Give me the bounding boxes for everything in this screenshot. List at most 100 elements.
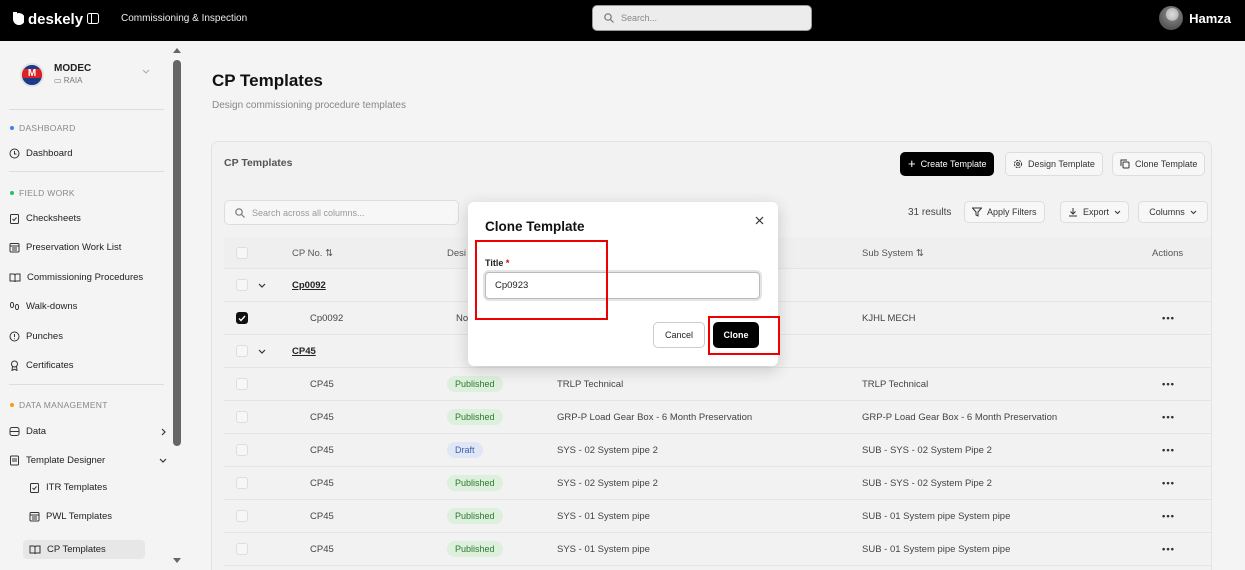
sidebar-divider bbox=[9, 384, 164, 385]
columns-button[interactable]: Columns bbox=[1138, 201, 1208, 223]
global-search[interactable]: Search... bbox=[592, 5, 812, 31]
brand-logo[interactable]: deskely bbox=[10, 11, 83, 28]
row-checkbox[interactable] bbox=[236, 411, 248, 423]
user-menu[interactable]: Hamza bbox=[1159, 6, 1231, 30]
group-label[interactable]: CP45 bbox=[292, 335, 316, 367]
header-sub-system[interactable]: Sub System ⇅ bbox=[862, 237, 924, 269]
search-placeholder: Search... bbox=[621, 13, 658, 23]
table-row[interactable]: CP45 Published SYS - 02 System pipe 2 SUB -… bbox=[224, 467, 1211, 500]
table-search-input[interactable]: Search across all columns... bbox=[224, 200, 459, 225]
button-label: Design Template bbox=[1028, 159, 1095, 169]
header-design-status[interactable]: Desi bbox=[447, 237, 466, 269]
table-row[interactable]: CP45 Published SYS - 01 System pipe SUB - 0… bbox=[224, 533, 1211, 566]
section-dot bbox=[10, 403, 14, 407]
row-checkbox[interactable] bbox=[236, 345, 248, 357]
sidebar-scrollbar[interactable] bbox=[173, 60, 181, 446]
create-template-button[interactable]: + Create Template bbox=[900, 152, 995, 176]
sidebar-item-pwl-templates[interactable]: PWL Templates bbox=[29, 511, 187, 522]
breadcrumb[interactable]: Commissioning & Inspection bbox=[121, 13, 247, 24]
book-open-icon bbox=[29, 545, 41, 555]
button-label: Clone Template bbox=[1135, 159, 1198, 169]
row-checkbox[interactable] bbox=[236, 510, 248, 522]
calendar-icon bbox=[29, 512, 40, 522]
row-actions-button[interactable]: ••• bbox=[1162, 368, 1175, 400]
export-button[interactable]: Export bbox=[1060, 201, 1130, 223]
sidebar-item-preservation[interactable]: Preservation Work List bbox=[9, 242, 167, 253]
status-badge: Published bbox=[447, 376, 503, 392]
apply-filters-button[interactable]: Apply Filters bbox=[964, 201, 1045, 223]
row-actions-button[interactable]: ••• bbox=[1162, 401, 1175, 433]
clone-template-button[interactable]: Clone Template bbox=[1112, 152, 1206, 176]
table-row[interactable]: CP45 Published GRP-P Load Gear Box - 6 Mon… bbox=[224, 401, 1211, 434]
button-label: Export bbox=[1083, 207, 1110, 217]
cell-sub-system: KJHL MECH bbox=[862, 312, 916, 324]
file-template-icon bbox=[10, 455, 19, 466]
sidebar-divider bbox=[9, 171, 164, 172]
sidebar-item-certificates[interactable]: Certificates bbox=[9, 360, 167, 371]
button-label: Apply Filters bbox=[987, 207, 1037, 217]
sidebar-item-walkdowns[interactable]: Walk-downs bbox=[9, 301, 167, 312]
sidebar-divider bbox=[9, 109, 164, 110]
button-label: Create Template bbox=[920, 159, 987, 169]
chevron-right-icon bbox=[161, 428, 166, 435]
cell-sub-system: SUB - SYS - 02 System Pipe 2 bbox=[862, 444, 992, 456]
table-row[interactable]: CP45 Published SYS - 01 System pipe SUB - 0… bbox=[224, 500, 1211, 533]
clock-icon bbox=[9, 148, 20, 159]
sidebar-item-label: CP Templates bbox=[47, 544, 106, 555]
table-row[interactable]: CP45 Published TRLP Technical TRLP Technica… bbox=[224, 368, 1211, 401]
row-checkbox[interactable] bbox=[236, 312, 248, 324]
row-actions-button[interactable]: ••• bbox=[1162, 302, 1175, 334]
select-all-checkbox[interactable] bbox=[236, 247, 248, 259]
row-actions-button[interactable]: ••• bbox=[1162, 533, 1175, 565]
table-row[interactable]: CP45 Draft SYS - 02 System pipe 2 SUB - SYS… bbox=[224, 434, 1211, 467]
sidebar-item-commissioning[interactable]: Commissioning Procedures bbox=[9, 272, 167, 283]
scroll-down-icon[interactable] bbox=[173, 558, 181, 563]
clipboard-check-icon bbox=[10, 214, 19, 224]
scroll-up-icon[interactable] bbox=[173, 48, 181, 53]
section-dot bbox=[10, 191, 14, 195]
copy-icon bbox=[1120, 159, 1130, 169]
section-data-management: DATA MANAGEMENT bbox=[10, 400, 108, 410]
status-badge: Published bbox=[447, 409, 503, 425]
org-logo-icon bbox=[20, 63, 44, 87]
filter-icon bbox=[972, 207, 982, 217]
sidebar-toggle-icon[interactable] bbox=[87, 13, 99, 24]
design-template-button[interactable]: Design Template bbox=[1005, 152, 1103, 176]
cell-cp-no: CP45 bbox=[310, 510, 334, 522]
row-checkbox[interactable] bbox=[236, 477, 248, 489]
sidebar-item-itr-templates[interactable]: ITR Templates bbox=[29, 482, 187, 493]
sidebar-item-dashboard[interactable]: Dashboard bbox=[9, 148, 167, 159]
org-switcher[interactable]: MODEC ▭ RAIA bbox=[20, 63, 91, 87]
page-subtitle: Design commissioning procedure templates bbox=[212, 100, 406, 111]
sidebar-item-data[interactable]: Data bbox=[9, 426, 167, 437]
org-project: ▭ RAIA bbox=[54, 76, 83, 85]
chevron-down-icon[interactable] bbox=[258, 283, 266, 288]
cell-cp-no: CP45 bbox=[310, 477, 334, 489]
cancel-button[interactable]: Cancel bbox=[653, 322, 705, 348]
cell-system: SYS - 01 System pipe bbox=[557, 543, 650, 555]
row-checkbox[interactable] bbox=[236, 444, 248, 456]
chevron-down-icon[interactable] bbox=[258, 349, 266, 354]
sidebar-item-label: ITR Templates bbox=[46, 482, 108, 493]
sidebar-item-punches[interactable]: Punches bbox=[9, 331, 167, 342]
sidebar-item-template-designer[interactable]: Template Designer bbox=[9, 455, 167, 466]
row-checkbox[interactable] bbox=[236, 279, 248, 291]
search-icon bbox=[604, 13, 614, 23]
close-icon[interactable] bbox=[755, 216, 764, 225]
plus-icon: + bbox=[908, 156, 916, 171]
row-actions-button[interactable]: ••• bbox=[1162, 500, 1175, 532]
sidebar-item-label: PWL Templates bbox=[46, 511, 112, 522]
book-open-icon bbox=[9, 273, 21, 283]
row-actions-button[interactable]: ••• bbox=[1162, 467, 1175, 499]
sidebar-item-cp-templates[interactable]: CP Templates bbox=[23, 540, 145, 559]
row-actions-button[interactable]: ••• bbox=[1162, 434, 1175, 466]
cell-cp-no: CP45 bbox=[310, 543, 334, 555]
sidebar-item-checksheets[interactable]: Checksheets bbox=[9, 213, 167, 224]
sidebar-item-label: Certificates bbox=[26, 360, 74, 371]
row-checkbox[interactable] bbox=[236, 543, 248, 555]
highlight-clone-button bbox=[708, 316, 780, 355]
group-label[interactable]: Cp0092 bbox=[292, 269, 326, 301]
row-checkbox[interactable] bbox=[236, 378, 248, 390]
chevron-down-icon[interactable] bbox=[142, 69, 150, 74]
header-cp-no[interactable]: CP No. ⇅ bbox=[292, 237, 333, 269]
